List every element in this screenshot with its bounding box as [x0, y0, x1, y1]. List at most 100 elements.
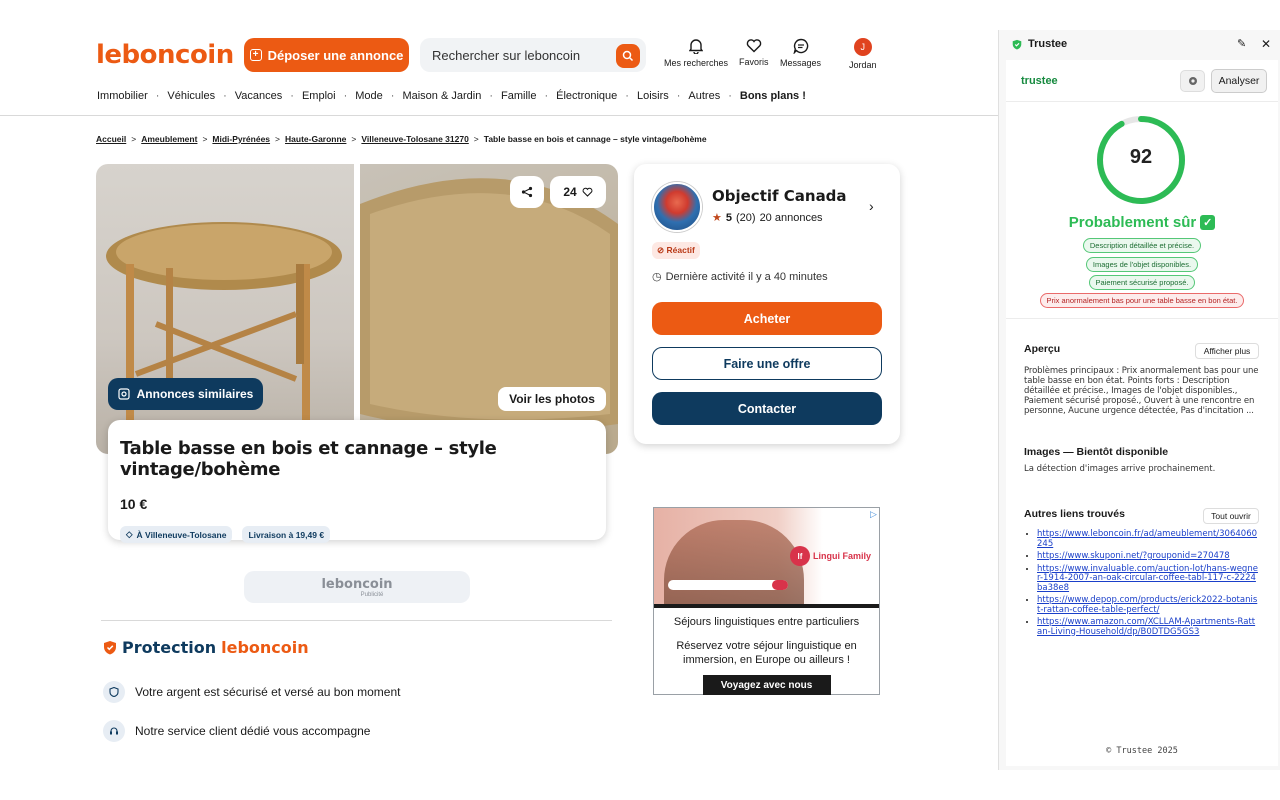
avatar: J — [853, 38, 872, 56]
contact-button[interactable]: Contacter — [652, 392, 882, 425]
found-link[interactable]: https://www.invaluable.com/auction-lot/h… — [1037, 564, 1258, 593]
image-search-icon — [118, 388, 130, 400]
protection-item-support: Notre service client dédié vous accompag… — [103, 720, 370, 742]
table-photo-image — [106, 222, 342, 424]
images-title: Images — Bientôt disponible — [1024, 446, 1169, 458]
nav-mode[interactable]: Mode — [355, 90, 383, 102]
buy-button[interactable]: Acheter — [652, 302, 882, 335]
favorite-count: 24 — [563, 185, 577, 199]
banner-cta-button[interactable]: Voyagez avec nous — [702, 675, 831, 695]
messages-button[interactable]: Messages — [780, 38, 821, 68]
nav-emploi[interactable]: Emploi — [302, 90, 336, 102]
list-item: https://www.leboncoin.fr/ad/ameublement/… — [1037, 529, 1260, 549]
ad-price: 10 € — [120, 496, 148, 512]
seller-reviews: (20) — [736, 211, 756, 224]
shield-check-icon — [1012, 39, 1022, 49]
view-photos-button[interactable]: Voir les photos — [498, 387, 606, 411]
trustee-title-text: Trustee — [1028, 38, 1068, 50]
account-label: Jordan — [849, 60, 877, 70]
adchoices-icon[interactable]: ▷ — [870, 509, 877, 520]
reactive-badge: ⊘ Réactif — [652, 242, 700, 259]
breadcrumb-department[interactable]: Haute-Garonne — [285, 134, 346, 144]
location-chip[interactable]: ◇ À Villeneuve-Tolosane — [120, 526, 233, 543]
share-icon — [521, 186, 533, 198]
banner-search-bar — [668, 580, 788, 590]
search-button[interactable] — [616, 44, 640, 68]
ad-summary-card: Table basse en bois et cannage – style v… — [108, 420, 606, 543]
trustee-divider — [1006, 101, 1278, 102]
chevron-right-icon[interactable]: › — [869, 198, 874, 214]
list-item: https://www.amazon.com/XCLLAM-Apartments… — [1037, 617, 1260, 637]
nav-bons-plans[interactable]: Bons plans ! — [740, 90, 806, 102]
found-link[interactable]: https://www.leboncoin.fr/ad/ameublement/… — [1037, 529, 1257, 549]
nav-vehicules[interactable]: Véhicules — [167, 90, 215, 102]
last-activity-text: Dernière activité il y a 40 minutes — [665, 270, 828, 283]
post-ad-button[interactable]: + Déposer une annonce — [244, 38, 409, 72]
nav-famille[interactable]: Famille — [501, 90, 536, 102]
location-pin-icon: ◇ — [126, 529, 133, 539]
favorites-button[interactable]: Favoris — [739, 38, 769, 67]
protection-item-payment: Votre argent est sécurisé et versé au bo… — [103, 681, 400, 703]
shield-icon — [104, 641, 116, 655]
seller-rating-value: 5 — [725, 211, 732, 224]
favorite-toggle-button[interactable]: 24 — [550, 176, 606, 208]
found-link[interactable]: https://www.skuponi.net/?grouponid=27047… — [1037, 551, 1230, 561]
gear-icon — [1188, 77, 1197, 85]
support-icon — [103, 720, 125, 742]
negative-chip: Prix anormalement bas pour une table bas… — [1006, 293, 1278, 308]
positive-chip: Images de l'objet disponibles. — [1006, 257, 1278, 272]
ad-placeholder: leboncoin Publicité — [244, 571, 470, 603]
settings-button[interactable] — [1180, 70, 1205, 92]
list-item: https://www.invaluable.com/auction-lot/h… — [1037, 564, 1260, 594]
nav-loisirs[interactable]: Loisirs — [637, 90, 669, 102]
reactive-icon: ⊘ — [657, 245, 665, 255]
protection-title: Protection leboncoin — [103, 638, 309, 657]
found-link[interactable]: https://www.amazon.com/XCLLAM-Apartments… — [1037, 617, 1255, 637]
star-icon: ★ — [712, 212, 722, 224]
nav-maison-jardin[interactable]: Maison & Jardin — [402, 90, 481, 102]
leboncoin-logo[interactable]: leboncoin — [96, 40, 234, 70]
breadcrumb-region[interactable]: Midi-Pyrénées — [212, 134, 270, 144]
breadcrumb-home[interactable]: Accueil — [96, 134, 126, 144]
seller-avatar[interactable] — [652, 182, 702, 232]
similar-ads-label: Annonces similaires — [136, 387, 254, 401]
pub-logo: leboncoin — [321, 576, 393, 592]
show-more-button[interactable]: Afficher plus — [1195, 343, 1259, 359]
share-button[interactable] — [510, 176, 544, 208]
list-item: https://www.depop.com/products/erick2022… — [1037, 595, 1260, 615]
post-ad-label: Déposer une annonce — [267, 47, 404, 63]
account-button[interactable]: J Jordan — [849, 38, 877, 70]
seller-name[interactable]: Objectif Canada — [712, 187, 847, 205]
reactive-label: Réactif — [666, 245, 695, 255]
search-input[interactable]: Rechercher sur leboncoin — [420, 38, 646, 72]
sponsored-banner[interactable]: lf Lingui Family Séjours linguistiques e… — [653, 507, 880, 695]
heart-icon — [746, 39, 761, 53]
found-link[interactable]: https://www.depop.com/products/erick2022… — [1037, 595, 1257, 615]
positive-chip: Paiement sécurisé proposé. — [1006, 275, 1278, 290]
breadcrumb-city[interactable]: Villeneuve-Tolosane 31270 — [361, 134, 468, 144]
saved-searches-button[interactable]: Mes recherches — [664, 38, 728, 68]
links-title: Autres liens trouvés — [1024, 508, 1125, 520]
open-all-button[interactable]: Tout ouvrir — [1203, 508, 1259, 524]
positive-chip-label: Images de l'objet disponibles. — [1085, 257, 1199, 272]
close-icon[interactable]: ✕ — [1261, 37, 1271, 51]
favorites-label: Favoris — [739, 57, 769, 67]
nav-electronique[interactable]: Électronique — [556, 90, 617, 102]
nav-vacances[interactable]: Vacances — [235, 90, 283, 102]
banner-logo: lf Lingui Family — [789, 546, 871, 566]
nav-autres[interactable]: Autres — [688, 90, 720, 102]
pin-icon[interactable]: ✎ — [1237, 37, 1246, 50]
protection-divider — [101, 620, 612, 621]
breadcrumb-ameublement[interactable]: Ameublement — [141, 134, 197, 144]
positive-chip-label: Paiement sécurisé proposé. — [1088, 275, 1196, 290]
analyze-button[interactable]: Analyser — [1211, 69, 1267, 93]
nav-immobilier[interactable]: Immobilier — [97, 90, 148, 102]
plus-icon: + — [249, 49, 262, 61]
similar-ads-button[interactable]: Annonces similaires — [108, 378, 263, 410]
ad-title: Table basse en bois et cannage – style v… — [120, 438, 497, 480]
negative-chip-label: Prix anormalement bas pour une table bas… — [1039, 293, 1245, 308]
banner-divider — [654, 604, 879, 608]
photo-main[interactable] — [96, 164, 354, 454]
make-offer-button[interactable]: Faire une offre — [652, 347, 882, 380]
protection-title-brand: leboncoin — [221, 638, 309, 657]
